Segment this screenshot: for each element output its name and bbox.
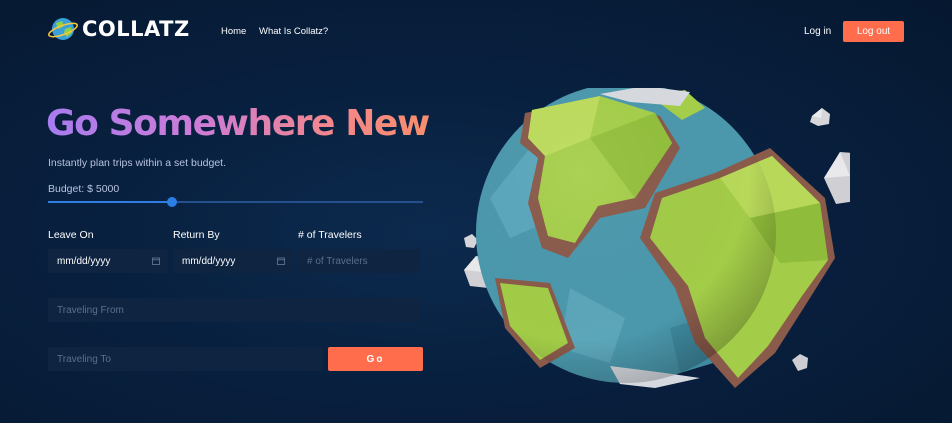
globe-planet-icon — [48, 18, 78, 40]
traveling-from-placeholder: Traveling From — [57, 304, 124, 316]
calendar-icon[interactable] — [152, 257, 160, 265]
budget-label: Budget: $ 5000 — [48, 183, 120, 195]
hero-title: Go Somewhere New — [46, 103, 430, 144]
asteroid-icon — [810, 108, 830, 126]
budget-slider[interactable] — [48, 197, 423, 207]
leave-on-date-value: mm/dd/yyyy — [57, 255, 111, 267]
nav-what-is-link[interactable]: What Is Collatz? — [259, 26, 328, 37]
traveling-from-input[interactable]: Traveling From — [48, 298, 420, 322]
budget-slider-fill — [48, 201, 172, 203]
go-button[interactable]: Go — [328, 347, 423, 371]
asteroid-icon — [464, 234, 478, 248]
traveling-to-placeholder: Traveling To — [57, 353, 111, 365]
travelers-placeholder: # of Travelers — [307, 255, 368, 267]
return-by-label: Return By — [173, 229, 220, 241]
travelers-input[interactable]: # of Travelers — [298, 249, 420, 273]
traveling-to-input[interactable]: Traveling To — [48, 347, 323, 371]
leave-on-label: Leave On — [48, 229, 94, 241]
travelers-label: # of Travelers — [298, 229, 362, 241]
asteroid-icon — [792, 354, 808, 371]
low-poly-globe-illustration — [464, 88, 850, 388]
logout-button[interactable]: Log out — [843, 21, 904, 42]
brand-logo[interactable]: COLLATZ — [48, 14, 190, 44]
calendar-icon[interactable] — [277, 257, 285, 265]
leave-on-date-input[interactable]: mm/dd/yyyy — [48, 249, 168, 273]
budget-slider-thumb[interactable] — [166, 197, 177, 207]
brand-name: COLLATZ — [82, 17, 190, 41]
asteroid-icon — [824, 152, 850, 204]
return-by-date-input[interactable]: mm/dd/yyyy — [173, 249, 293, 273]
nav-home-link[interactable]: Home — [221, 26, 246, 37]
return-by-date-value: mm/dd/yyyy — [182, 255, 236, 267]
hero-subtitle: Instantly plan trips within a set budget… — [48, 157, 227, 169]
login-link[interactable]: Log in — [804, 26, 831, 37]
